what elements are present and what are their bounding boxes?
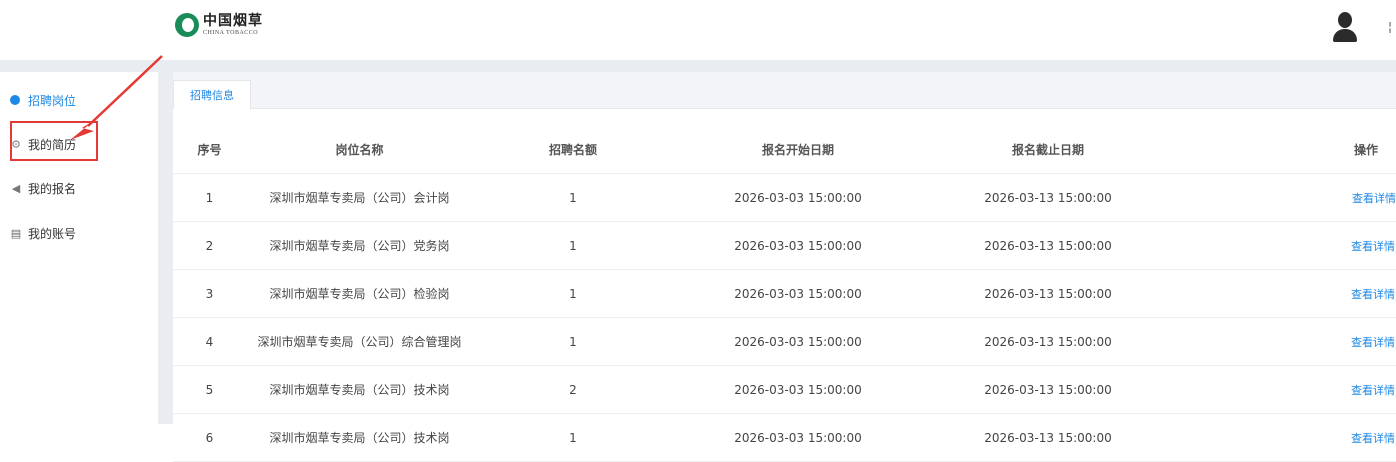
cell-position: 深圳市烟草专卖局（公司）党务岗 <box>246 221 473 270</box>
content-gutter <box>158 72 173 424</box>
cell-position: 深圳市烟草专卖局（公司）技术岗 <box>246 365 473 414</box>
logo-title: 中国烟草 <box>203 13 263 29</box>
cell-index: 6 <box>173 413 246 462</box>
id-card-icon: ▤ <box>10 226 22 240</box>
cell-index: 2 <box>173 221 246 270</box>
top-header: 中国烟草 CHINA TOBACCO ¦ <box>0 0 1396 60</box>
china-tobacco-logo[interactable]: 中国烟草 CHINA TOBACCO <box>175 11 263 39</box>
cell-start-date: 2026-03-03 15:00:00 <box>673 269 923 318</box>
cell-end-date: 2026-03-13 15:00:00 <box>923 413 1173 462</box>
cell-start-date: 2026-03-03 15:00:00 <box>673 221 923 270</box>
table-row: 4 深圳市烟草专卖局（公司）综合管理岗 1 2026-03-03 15:00:0… <box>173 317 1396 366</box>
cell-action: 查看详情 <box>1173 413 1396 462</box>
view-details-link[interactable]: 查看详情 <box>1351 384 1395 397</box>
cell-end-date: 2026-03-13 15:00:00 <box>923 365 1173 414</box>
cell-quota: 1 <box>473 173 673 222</box>
view-details-link[interactable]: 查看详情 <box>1351 432 1395 445</box>
cell-end-date: 2026-03-13 15:00:00 <box>923 317 1173 366</box>
user-name[interactable]: ¦ <box>1388 20 1392 34</box>
cell-index: 3 <box>173 269 246 318</box>
table-row: 6 深圳市烟草专卖局（公司）技术岗 1 2026-03-03 15:00:00 … <box>173 413 1396 462</box>
logo-subtitle: CHINA TOBACCO <box>203 30 259 36</box>
cell-index: 1 <box>173 173 246 222</box>
col-header-position: 岗位名称 <box>246 125 473 174</box>
logo-mark-icon <box>175 13 199 37</box>
view-details-link[interactable]: 查看详情 <box>1351 240 1395 253</box>
view-details-link[interactable]: 查看详情 <box>1351 288 1395 301</box>
cell-end-date: 2026-03-13 15:00:00 <box>923 173 1173 222</box>
sidebar-item-jobs[interactable]: 招聘岗位 <box>10 88 76 112</box>
speaker-icon: ◀ <box>11 181 21 195</box>
table-row: 1 深圳市烟草专卖局（公司）会计岗 1 2026-03-03 15:00:00 … <box>173 173 1396 222</box>
view-details-link[interactable]: 查看详情 <box>1351 336 1395 349</box>
tab-bar: 招聘信息 <box>173 72 1396 109</box>
cell-end-date: 2026-03-13 15:00:00 <box>923 221 1173 270</box>
cell-position: 深圳市烟草专卖局（公司）检验岗 <box>246 269 473 318</box>
cell-action: 查看详情 <box>1173 317 1396 366</box>
table-row: 3 深圳市烟草专卖局（公司）检验岗 1 2026-03-03 15:00:00 … <box>173 269 1396 318</box>
user-avatar[interactable] <box>1333 12 1357 42</box>
cell-quota: 1 <box>473 317 673 366</box>
recruitment-table: 序号 岗位名称 招聘名额 报名开始日期 报名截止日期 操作 1 深圳市烟草专卖局… <box>173 125 1396 462</box>
cell-quota: 1 <box>473 221 673 270</box>
cell-start-date: 2026-03-03 15:00:00 <box>673 365 923 414</box>
table-row: 5 深圳市烟草专卖局（公司）技术岗 2 2026-03-03 15:00:00 … <box>173 365 1396 414</box>
sidebar-item-applications[interactable]: ◀ 我的报名 <box>10 176 76 200</box>
col-header-index: 序号 <box>173 125 246 174</box>
cell-action: 查看详情 <box>1173 269 1396 318</box>
sidebar-item-label: 我的报名 <box>28 181 77 196</box>
cell-quota: 2 <box>473 365 673 414</box>
col-header-start-date: 报名开始日期 <box>673 125 923 174</box>
cell-position: 深圳市烟草专卖局（公司）会计岗 <box>246 173 473 222</box>
sidebar-item-label: 招聘岗位 <box>28 93 77 108</box>
cell-action: 查看详情 <box>1173 365 1396 414</box>
cell-quota: 1 <box>473 413 673 462</box>
view-details-link[interactable]: 查看详情 <box>1352 192 1396 205</box>
cell-action: 查看详情 <box>1173 221 1396 270</box>
cell-start-date: 2026-03-03 15:00:00 <box>673 317 923 366</box>
cell-quota: 1 <box>473 269 673 318</box>
sidebar-item-account[interactable]: ▤ 我的账号 <box>10 221 76 245</box>
col-header-end-date: 报名截止日期 <box>923 125 1173 174</box>
circle-check-icon <box>10 95 20 105</box>
table-header-row: 序号 岗位名称 招聘名额 报名开始日期 报名截止日期 操作 <box>173 125 1396 174</box>
annotation-highlight-box <box>10 121 98 161</box>
cell-start-date: 2026-03-03 15:00:00 <box>673 413 923 462</box>
cell-index: 4 <box>173 317 246 366</box>
tab-recruitment-info[interactable]: 招聘信息 <box>173 80 251 109</box>
cell-position: 深圳市烟草专卖局（公司）综合管理岗 <box>246 317 473 366</box>
header-divider-band <box>0 60 1396 72</box>
main-panel: 招聘信息 序号 岗位名称 招聘名额 报名开始日期 报名截止日期 操作 1 深圳市… <box>173 72 1396 462</box>
cell-index: 5 <box>173 365 246 414</box>
table-row: 2 深圳市烟草专卖局（公司）党务岗 1 2026-03-03 15:00:00 … <box>173 221 1396 270</box>
cell-start-date: 2026-03-03 15:00:00 <box>673 173 923 222</box>
col-header-quota: 招聘名额 <box>473 125 673 174</box>
col-header-action: 操作 <box>1173 125 1396 174</box>
cell-action: 查看详情 <box>1173 173 1396 222</box>
sidebar-item-label: 我的账号 <box>28 226 77 241</box>
cell-end-date: 2026-03-13 15:00:00 <box>923 269 1173 318</box>
cell-position: 深圳市烟草专卖局（公司）技术岗 <box>246 413 473 462</box>
